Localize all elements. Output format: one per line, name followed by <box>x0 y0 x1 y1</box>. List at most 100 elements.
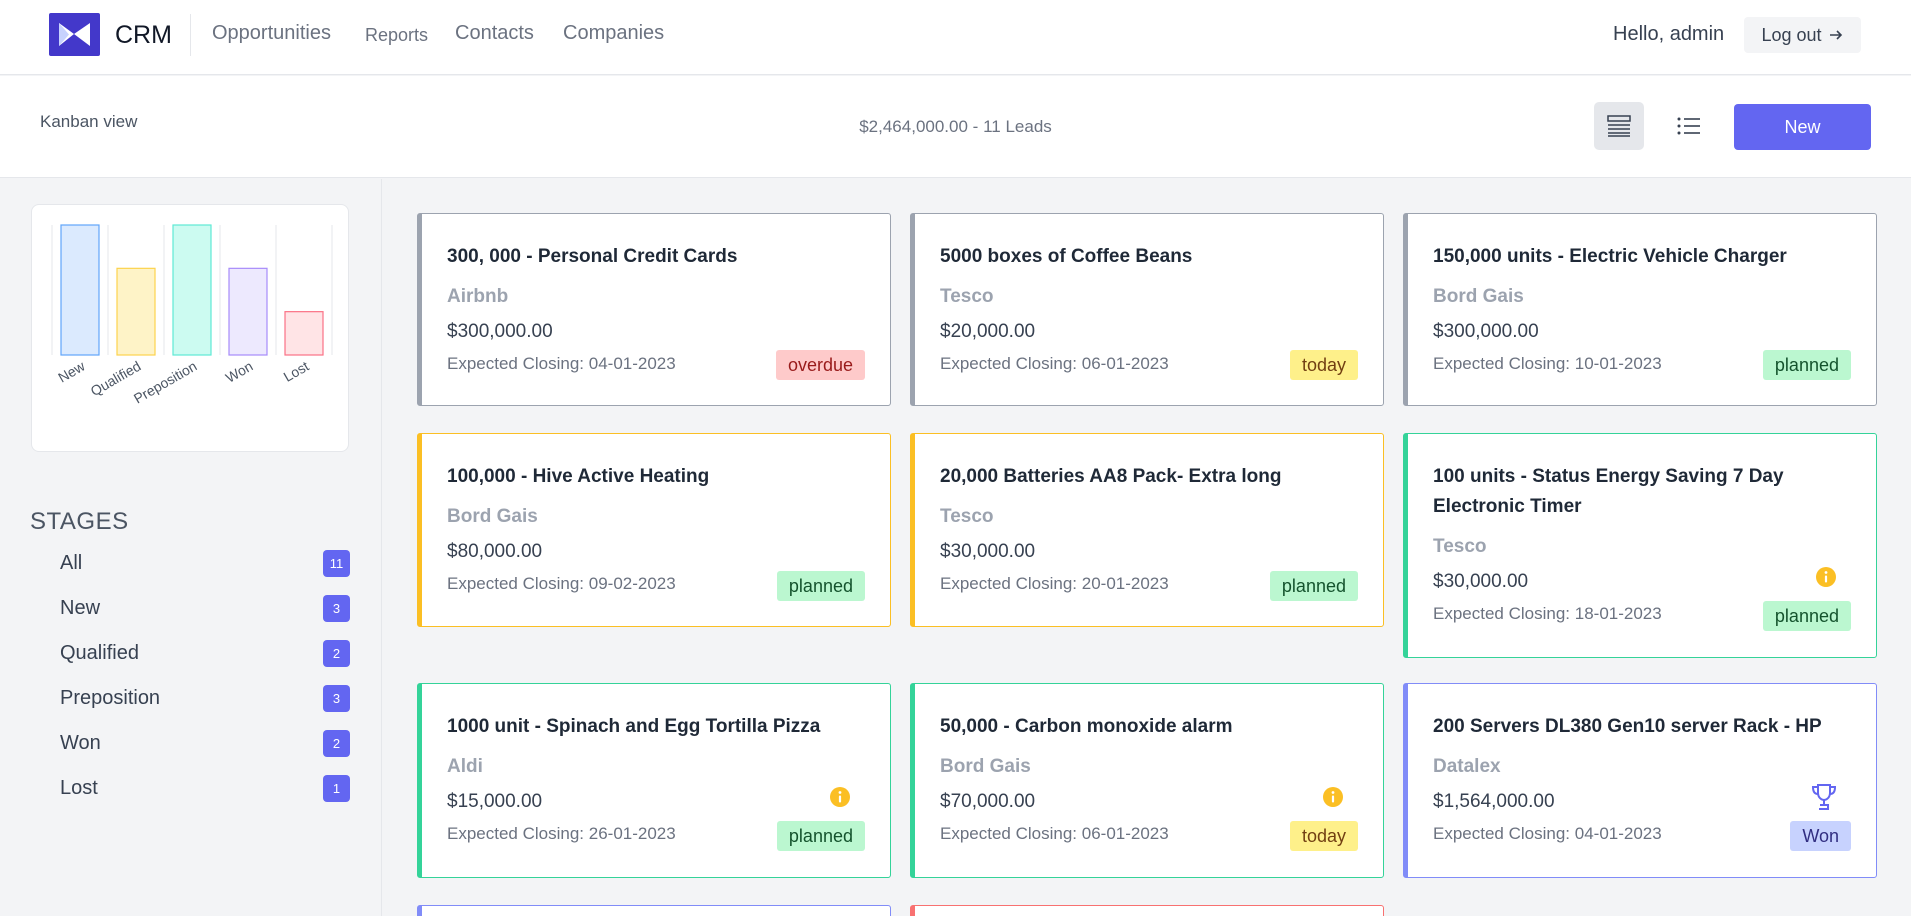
stage-label: Lost <box>60 776 98 799</box>
opportunity-card[interactable]: 150,000 units - Electric Vehicle Charger… <box>1403 213 1877 406</box>
status-badge: today <box>1289 350 1358 380</box>
opportunity-card[interactable]: 100 units - Status Energy Saving 7 Day E… <box>1403 433 1877 658</box>
card-company: Bord Gais <box>447 506 538 527</box>
opportunity-card[interactable]: 5000 boxes of Coffee Beans Tesco $20,000… <box>910 213 1384 406</box>
info-icon[interactable] <box>1323 787 1343 807</box>
opportunity-card[interactable]: 300, 000 - Personal Credit Cards Airbnb … <box>417 213 891 406</box>
card-title: 300, 000 - Personal Credit Cards <box>447 246 738 267</box>
chart-tick-label: New <box>55 357 88 385</box>
card-company: Bord Gais <box>1433 286 1524 307</box>
stage-filter-lost[interactable]: Lost 1 <box>60 773 350 803</box>
sidebar: New Qualified Preposition Won Lost STAGES Al… <box>0 179 382 916</box>
opportunity-card[interactable]: 20,000 Batteries AA8 Pack- Extra long Te… <box>910 433 1384 627</box>
card-company: Tesco <box>1433 536 1487 557</box>
top-navbar: CRM Opportunities Reports Contacts Compa… <box>0 0 1911 75</box>
card-amount: $70,000.00 <box>940 791 1036 812</box>
logo-icon[interactable] <box>49 13 100 56</box>
card-company: Bord Gais <box>940 756 1031 777</box>
nav-contacts[interactable]: Contacts <box>455 22 534 45</box>
stage-count-badge: 11 <box>323 549 350 577</box>
kanban-view-icon <box>1607 115 1631 137</box>
card-title: 100 units - Status Energy Saving 7 Day E… <box>1433 466 1784 517</box>
card-company: Tesco <box>940 286 994 307</box>
chart-bar-lost <box>284 311 324 356</box>
status-badge: planned <box>1269 571 1358 601</box>
status-badge: planned <box>776 571 865 601</box>
new-opportunity-button[interactable]: New <box>1734 104 1871 150</box>
card-amount: $300,000.00 <box>447 321 553 342</box>
card-closing-date: Expected Closing: 04-01-2023 <box>447 354 676 373</box>
card-closing-date: Expected Closing: 06-01-2023 <box>940 354 1169 373</box>
card-company: Airbnb <box>447 286 509 307</box>
status-badge: planned <box>776 821 865 851</box>
chart-tick-label: Won <box>223 358 256 386</box>
nav-opportunities[interactable]: Opportunities <box>212 22 331 45</box>
stage-filter-qualified[interactable]: Qualified 2 <box>60 638 350 668</box>
opportunity-card[interactable]: 200 Servers DL380 Gen10 server Rack - HP… <box>1403 683 1877 878</box>
page-toolbar: Kanban view $2,464,000.00 - 11 Leads New <box>0 76 1911 178</box>
opportunity-card[interactable]: 1000 unit - Spinach and Egg Tortilla Piz… <box>417 683 891 878</box>
stage-filter-won[interactable]: Won 2 <box>60 728 350 758</box>
logout-label: Log out <box>1761 24 1822 45</box>
info-icon[interactable] <box>1816 567 1836 587</box>
card-amount: $30,000.00 <box>1433 571 1529 592</box>
card-closing-date: Expected Closing: 04-01-2023 <box>1433 824 1662 843</box>
kanban-view-button[interactable] <box>1594 102 1644 150</box>
stages-heading: STAGES <box>30 508 129 535</box>
stage-label: New <box>60 596 101 619</box>
chart-tick-label: Preposition <box>131 358 200 407</box>
trophy-icon <box>1811 784 1837 810</box>
nav-divider <box>190 14 191 56</box>
stage-filter-all[interactable]: All 11 <box>60 548 350 578</box>
stage-filter-new[interactable]: New 3 <box>60 593 350 623</box>
card-closing-date: Expected Closing: 26-01-2023 <box>447 824 676 843</box>
chart-bar-won <box>228 267 268 356</box>
list-view-icon <box>1677 117 1700 135</box>
info-icon[interactable] <box>830 787 850 807</box>
card-amount: $15,000.00 <box>447 791 543 812</box>
summary-separator: - <box>972 117 979 136</box>
stage-count-badge: 1 <box>323 774 350 802</box>
card-title: 20,000 Batteries AA8 Pack- Extra long <box>940 466 1282 487</box>
logout-button[interactable]: Log out <box>1744 17 1861 53</box>
nav-companies[interactable]: Companies <box>563 22 664 45</box>
nav-reports[interactable]: Reports <box>365 25 428 46</box>
chart-bar-qualified <box>116 267 156 356</box>
stage-label: Qualified <box>60 641 139 664</box>
chart-tick-label: Lost <box>281 358 312 385</box>
stage-count-badge: 3 <box>323 684 350 712</box>
card-title: 5000 boxes of Coffee Beans <box>940 246 1193 267</box>
status-badge: today <box>1289 821 1358 851</box>
user-greeting: Hello, admin <box>1613 23 1725 45</box>
status-badge: planned <box>1762 350 1851 380</box>
card-company: Datalex <box>1433 756 1501 777</box>
card-amount: $80,000.00 <box>447 541 543 562</box>
card-closing-date: Expected Closing: 18-01-2023 <box>1433 604 1662 623</box>
opportunity-card-partial[interactable] <box>417 905 891 916</box>
card-closing-date: Expected Closing: 06-01-2023 <box>940 824 1169 843</box>
opportunity-card[interactable]: 50,000 - Carbon monoxide alarm Bord Gais… <box>910 683 1384 878</box>
brand-name[interactable]: CRM <box>115 21 172 50</box>
stage-count-badge: 3 <box>323 594 350 622</box>
card-company: Tesco <box>940 506 994 527</box>
stage-filter-preposition[interactable]: Preposition 3 <box>60 683 350 713</box>
card-company: Aldi <box>447 756 483 777</box>
card-title: 100,000 - Hive Active Heating <box>447 466 710 487</box>
summary-leads: 11 Leads <box>983 117 1052 136</box>
status-badge: planned <box>1762 601 1851 631</box>
card-title: 1000 unit - Spinach and Egg Tortilla Piz… <box>447 716 821 737</box>
list-view-button[interactable] <box>1664 102 1714 150</box>
stage-bar-chart: New QualifiedPreposition Won Lost <box>51 224 333 407</box>
arrow-right-icon <box>1829 30 1842 40</box>
card-title: 200 Servers DL380 Gen10 server Rack - HP <box>1433 716 1822 737</box>
stage-label: Won <box>60 731 101 754</box>
summary-amount: $2,464,000.00 <box>859 117 968 136</box>
card-closing-date: Expected Closing: 20-01-2023 <box>940 574 1169 593</box>
opportunity-card[interactable]: 100,000 - Hive Active Heating Bord Gais … <box>417 433 891 627</box>
opportunity-card-partial[interactable] <box>910 905 1384 916</box>
card-closing-date: Expected Closing: 10-01-2023 <box>1433 354 1662 373</box>
status-badge: overdue <box>775 350 865 380</box>
chart-bar-new <box>60 224 100 356</box>
stage-count-badge: 2 <box>323 639 350 667</box>
card-closing-date: Expected Closing: 09-02-2023 <box>447 574 676 593</box>
